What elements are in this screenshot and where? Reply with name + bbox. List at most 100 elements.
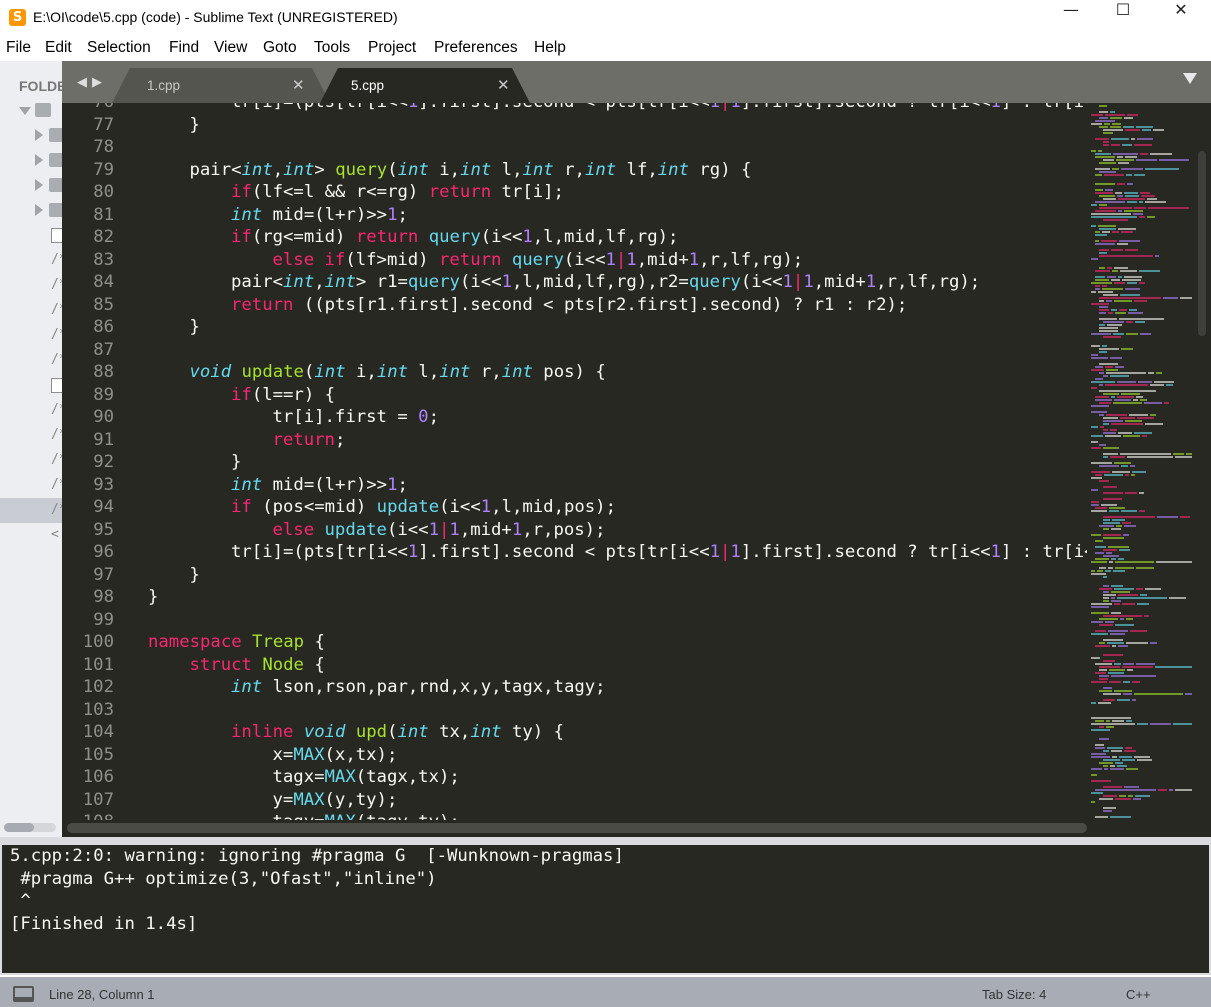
- tab-size[interactable]: Tab Size: 4: [982, 987, 1046, 1002]
- minimap-mark: [1113, 570, 1125, 572]
- minimap-mark: [1091, 405, 1109, 407]
- minimap-mark: [1099, 255, 1153, 257]
- menu-help[interactable]: Help: [534, 39, 566, 57]
- maximize-button[interactable]: ☐: [1095, 0, 1151, 36]
- minimap-mark: [1121, 168, 1143, 170]
- sidebar-item[interactable]: [0, 98, 62, 123]
- menu-selection[interactable]: Selection: [87, 39, 151, 57]
- minimap-mark: [1155, 255, 1159, 257]
- code-token: (y,ty);: [324, 789, 398, 810]
- menu-view[interactable]: View: [214, 39, 247, 57]
- minimap-mark: [1099, 372, 1104, 374]
- line-number: 108: [62, 811, 114, 820]
- close-button[interactable]: ✕: [1153, 0, 1209, 36]
- collapse-arrow-icon[interactable]: [35, 179, 43, 191]
- code-text: pair<int,int> query(int i,int l,int r,in…: [190, 159, 752, 182]
- minimap-mark: [1114, 399, 1131, 401]
- minimap-mark: [1117, 183, 1125, 185]
- sidebar-item[interactable]: /*: [0, 298, 62, 323]
- minimap-mark: [1106, 552, 1112, 554]
- minimap-mark: [1111, 600, 1121, 602]
- minimap-mark: [1091, 462, 1112, 464]
- minimap-mark: [1103, 522, 1120, 524]
- sidebar-item[interactable]: /*: [0, 348, 62, 373]
- code-editor[interactable]: 76tr[i]=(pts[tr[i<<1].first].second < pt…: [62, 103, 1211, 820]
- sidebar-item[interactable]: /*: [0, 473, 62, 498]
- minimap-mark: [1125, 420, 1142, 422]
- line-number: 84: [93, 272, 114, 292]
- minimap-mark: [1091, 573, 1106, 575]
- sidebar-item[interactable]: /*: [0, 423, 62, 448]
- minimap-mark: [1095, 399, 1112, 401]
- minimap-mark: [1173, 723, 1192, 725]
- menu-goto[interactable]: Goto: [263, 39, 297, 57]
- code-token: MAX: [293, 789, 325, 810]
- tab-1cpp[interactable]: 1.cpp ✕: [112, 68, 330, 103]
- sidebar-item[interactable]: /*: [0, 248, 62, 273]
- minimap-mark: [1118, 210, 1122, 212]
- close-tab-icon[interactable]: ✕: [292, 76, 305, 94]
- minimap-mark: [1124, 750, 1136, 752]
- code-token: 1: [803, 272, 814, 292]
- minimap-mark: [1103, 321, 1124, 323]
- sidebar-scrollbar[interactable]: [4, 823, 56, 832]
- menu-project[interactable]: Project: [368, 39, 416, 57]
- minimap-mark: [1099, 297, 1161, 299]
- collapse-arrow-icon[interactable]: [35, 204, 43, 216]
- sidebar-item[interactable]: [0, 373, 62, 398]
- sidebar-item[interactable]: /*: [0, 323, 62, 348]
- sidebar-item[interactable]: /*: [0, 498, 62, 523]
- sidebar-item[interactable]: /*: [0, 398, 62, 423]
- sidebar-item[interactable]: /*: [0, 448, 62, 473]
- tab-nav-left-icon[interactable]: ◀: [77, 75, 87, 90]
- minimap-mark: [1139, 270, 1160, 272]
- code-token: 1: [730, 542, 741, 562]
- minimap-mark: [1154, 381, 1174, 383]
- line-number: 97: [93, 564, 114, 585]
- code-token: y=: [272, 789, 294, 810]
- collapse-arrow-icon[interactable]: [35, 154, 43, 166]
- sidebar-item[interactable]: [0, 198, 62, 223]
- minimap-mark: [1095, 789, 1156, 791]
- sidebar-item[interactable]: [0, 223, 62, 248]
- menu-tools[interactable]: Tools: [314, 39, 350, 57]
- build-output-panel[interactable]: 5.cpp:2:0: warning: ignoring #pragma G […: [0, 845, 1211, 975]
- collapse-arrow-icon[interactable]: [35, 129, 43, 141]
- code-text: }: [190, 316, 200, 339]
- sidebar-item[interactable]: [0, 123, 62, 148]
- minimap-mark: [1105, 570, 1111, 572]
- code-text: x=MAX(x,tx);: [273, 744, 398, 767]
- minimap-mark: [1095, 168, 1110, 170]
- code-token: int: [231, 677, 263, 697]
- syntax-selector[interactable]: C++: [1126, 987, 1151, 1002]
- minimap-mark: [1139, 282, 1145, 284]
- minimap-mark: [1112, 471, 1130, 473]
- minimap[interactable]: [1087, 103, 1192, 820]
- vertical-scrollbar[interactable]: [1198, 151, 1206, 336]
- tab-5cpp[interactable]: 5.cpp ✕: [320, 68, 530, 103]
- menu-edit[interactable]: Edit: [45, 39, 72, 57]
- expand-arrow-icon[interactable]: [19, 107, 31, 115]
- menu-find[interactable]: Find: [169, 39, 199, 57]
- horizontal-scroll-thumb[interactable]: [67, 823, 1087, 833]
- minimize-button[interactable]: —: [1043, 0, 1099, 36]
- code-token: 1: [991, 103, 1001, 112]
- output-line: ^: [10, 891, 31, 911]
- sidebar-item[interactable]: [0, 148, 62, 173]
- code-token: 1: [480, 497, 492, 517]
- minimap-mark: [1118, 276, 1122, 278]
- menu-file[interactable]: File: [6, 39, 31, 57]
- sidebar-item[interactable]: /*: [0, 273, 62, 298]
- sidebar-item[interactable]: <: [0, 523, 62, 548]
- menu-preferences[interactable]: Preferences: [434, 39, 518, 57]
- tab-nav-right-icon[interactable]: ▶: [92, 75, 102, 90]
- minimap-mark: [1099, 678, 1108, 680]
- panel-toggle-icon[interactable]: [13, 986, 34, 1002]
- close-tab-icon[interactable]: ✕: [497, 76, 510, 94]
- code-token: int: [231, 474, 263, 495]
- sidebar-item[interactable]: [0, 173, 62, 198]
- code-text: }: [148, 586, 158, 609]
- code-token: x=: [272, 744, 294, 765]
- tab-menu-dropdown-icon[interactable]: [1183, 73, 1197, 84]
